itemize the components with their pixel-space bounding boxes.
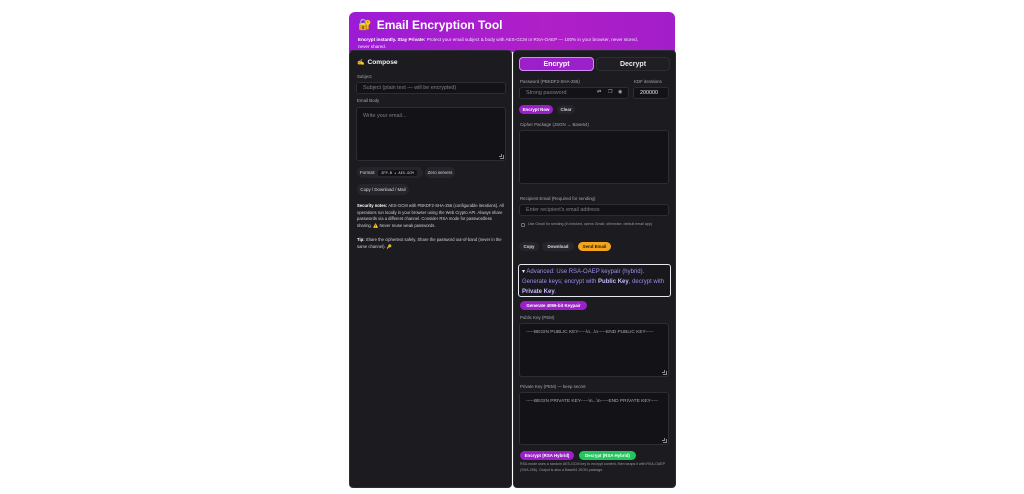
rsa-mode-note: RSA mode uses a random AES-GCM key to en… [520, 462, 665, 472]
public-key-emphasis: Public Key [598, 279, 629, 285]
format-chip: Format: ZFP-B + AES-GCM [357, 167, 423, 178]
recipient-email-input[interactable]: Enter recipient's email address [519, 204, 669, 216]
resize-handle-icon[interactable] [662, 370, 667, 375]
subject-input[interactable]: Subject (plain text — will be encrypted) [356, 82, 506, 94]
generate-keypair-button[interactable]: Generate 4096-bit Keypair [520, 301, 587, 310]
page-title: 🔐 Email Encryption Tool [358, 17, 666, 32]
kdf-value: 200000 [640, 90, 658, 96]
security-notes-title: Security notes: [357, 203, 388, 208]
tip-note: Tip: Share the ciphertext safely. Share … [357, 237, 507, 250]
clear-button[interactable]: Clear [557, 105, 575, 114]
encrypt-rsa-button[interactable]: Encrypt (RSA Hybrid) [520, 451, 574, 460]
app-window: 🔐 Email Encryption Tool Encrypt instantl… [349, 12, 676, 489]
cipher-package-textarea[interactable] [519, 130, 669, 184]
tip-title: Tip: [357, 237, 365, 242]
gmail-option-label: Use Gmail for sending (if checked, opens… [528, 222, 653, 226]
password-placeholder: Strong password [526, 90, 567, 96]
tip-text: Share the ciphertext safely. Share the p… [357, 237, 502, 249]
private-key-value: -----BEGIN PRIVATE KEY-----\n...\n-----E… [526, 399, 659, 404]
public-key-label: Public Key (PEM) [520, 315, 555, 320]
decrypt-rsa-button[interactable]: Decrypt (RSA Hybrid) [579, 451, 636, 460]
advanced-summary-line: Advanced: Use RSA-OAEP keypair (hybrid). [526, 269, 645, 275]
advanced-summary-text-2: , decrypt with [628, 279, 665, 285]
cipher-label: Cipher Package (JSON → Base64) [520, 122, 589, 127]
encrypt-now-button[interactable]: Encrypt Now [519, 105, 553, 114]
resize-handle-icon[interactable] [662, 438, 667, 443]
recipient-label: Recipient Email (Required for sending) [520, 196, 596, 201]
subject-placeholder: Subject (plain text — will be encrypted) [363, 85, 457, 91]
tagline: Encrypt instantly. Stay Private: Protect… [358, 37, 648, 50]
writing-hand-icon: ✍️ [357, 60, 365, 66]
tab-encrypt[interactable]: Encrypt [519, 57, 594, 71]
tab-decrypt[interactable]: Decrypt [596, 57, 670, 71]
password-label: Password (PBKDF2-SHA-256) [520, 79, 580, 84]
password-input[interactable]: Strong password [519, 87, 629, 99]
resize-handle-icon[interactable] [499, 154, 504, 159]
advanced-rsa-details[interactable]: ▾ Advanced: Use RSA-OAEP keypair (hybrid… [518, 264, 671, 297]
public-key-value: -----BEGIN PUBLIC KEY-----\n...\n-----EN… [526, 330, 654, 335]
advanced-summary-end: . [554, 289, 557, 295]
body-placeholder: Write your email... [363, 113, 407, 119]
kdf-iterations-input[interactable]: 200000 [633, 87, 669, 99]
advanced-summary-text: Generate keys; encrypt with [522, 279, 599, 285]
private-key-emphasis: Private Key [522, 289, 555, 295]
compose-title: Compose [367, 59, 398, 66]
kdf-label: KDF iterations [634, 79, 662, 84]
copy-icon[interactable]: ❐ [608, 89, 612, 95]
public-key-textarea[interactable]: -----BEGIN PUBLIC KEY-----\n...\n-----EN… [519, 323, 669, 377]
copy-button[interactable]: Copy [519, 242, 539, 251]
format-label: Format: [360, 170, 376, 175]
private-key-label: Private Key (PEM) — keep secret [520, 384, 586, 389]
shuffle-icon[interactable]: ⇄ [597, 89, 601, 95]
recipient-placeholder: Enter recipient's email address [526, 207, 600, 213]
copy-download-mail-badge: Copy / Download / Mail [357, 184, 409, 195]
send-email-button[interactable]: Send Email [578, 242, 611, 251]
header-banner: 🔐 Email Encryption Tool Encrypt instantl… [349, 12, 675, 52]
download-button[interactable]: Download [542, 242, 574, 251]
subject-label: Subject [357, 74, 372, 79]
title-text: Email Encryption Tool [376, 17, 503, 32]
lock-key-icon: 🔐 [358, 19, 372, 31]
format-value: ZFP-B + AES-GCM [378, 169, 417, 176]
gmail-checkbox[interactable] [521, 223, 525, 227]
encrypt-panel: Encrypt Decrypt Password (PBKDF2-SHA-256… [513, 50, 676, 488]
compose-heading: ✍️ Compose [357, 59, 398, 66]
security-notes: Security notes: AES-GCM with PBKDF2-SHA-… [357, 203, 507, 229]
body-label: Email Body [357, 98, 380, 103]
tagline-strong: Encrypt instantly. Stay Private: [358, 37, 426, 42]
compose-panel: ✍️ Compose Subject Subject (plain text —… [349, 50, 512, 488]
private-key-textarea[interactable]: -----BEGIN PRIVATE KEY-----\n...\n-----E… [519, 392, 669, 445]
eye-off-icon[interactable]: ◉ [618, 89, 622, 95]
zero-servers-badge: Zero servers [425, 167, 455, 178]
disclosure-triangle-icon[interactable]: ▾ [522, 269, 525, 275]
email-body-textarea[interactable]: Write your email... [356, 107, 506, 161]
